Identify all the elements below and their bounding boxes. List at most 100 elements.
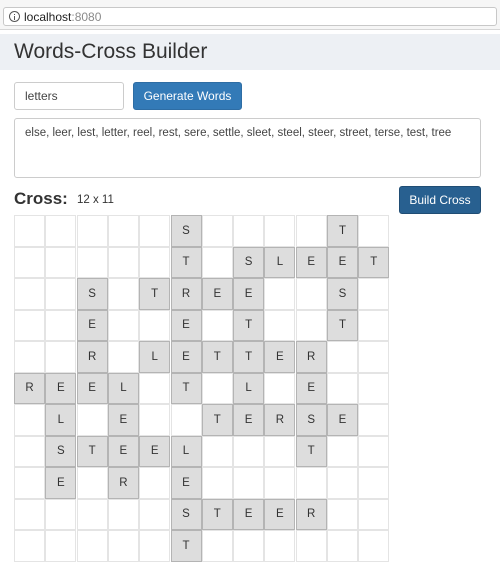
- grid-empty-cell: [45, 215, 77, 247]
- grid-empty-cell: [264, 215, 296, 247]
- grid-empty-cell: [45, 530, 77, 562]
- cross-size: 12 x 11: [77, 194, 114, 206]
- grid-letter-cell: E: [45, 372, 77, 404]
- grid-empty-cell: [358, 215, 390, 247]
- grid-empty-cell: [327, 435, 358, 467]
- grid-empty-cell: [264, 467, 296, 499]
- grid-letter-cell: S: [76, 278, 108, 310]
- generate-words-button[interactable]: Generate Words: [133, 82, 242, 110]
- grid-letter-cell: S: [295, 404, 327, 436]
- grid-empty-cell: [201, 246, 233, 278]
- grid-empty-cell: [358, 467, 390, 499]
- grid-empty-cell: [264, 372, 296, 404]
- address-bar[interactable]: localhost:8080: [3, 7, 497, 26]
- grid-empty-cell: [76, 498, 108, 530]
- grid-empty-cell: [327, 530, 358, 562]
- grid-letter-cell: L: [45, 404, 77, 436]
- grid-letter-cell: R: [76, 341, 108, 373]
- grid-empty-cell: [327, 372, 358, 404]
- grid-letter-cell: T: [201, 341, 233, 373]
- grid-letter-cell: T: [327, 215, 358, 247]
- grid-letter-cell: E: [233, 498, 265, 530]
- grid-empty-cell: [295, 530, 327, 562]
- grid-empty-cell: [139, 372, 171, 404]
- grid-empty-cell: [139, 467, 171, 499]
- grid-empty-cell: [139, 309, 171, 341]
- grid-letter-cell: L: [170, 435, 202, 467]
- grid-letter-cell: R: [170, 278, 202, 310]
- grid-letter-cell: R: [295, 341, 327, 373]
- grid-letter-cell: E: [264, 341, 296, 373]
- grid-empty-cell: [201, 467, 233, 499]
- grid-empty-cell: [107, 309, 139, 341]
- grid-empty-cell: [327, 341, 358, 373]
- grid-empty-cell: [76, 404, 108, 436]
- grid-letter-cell: R: [295, 498, 327, 530]
- letters-input[interactable]: [14, 82, 124, 110]
- grid-letter-cell: T: [76, 435, 108, 467]
- grid-empty-cell: [358, 278, 390, 310]
- grid-letter-cell: E: [45, 467, 77, 499]
- grid-empty-cell: [14, 498, 45, 530]
- grid-empty-cell: [76, 246, 108, 278]
- grid-letter-cell: S: [170, 498, 202, 530]
- grid-letter-cell: E: [107, 435, 139, 467]
- grid-empty-cell: [295, 215, 327, 247]
- grid-letter-cell: E: [295, 372, 327, 404]
- grid-letter-cell: T: [139, 278, 171, 310]
- grid-empty-cell: [45, 498, 77, 530]
- grid-empty-cell: [201, 530, 233, 562]
- grid-empty-cell: [233, 530, 265, 562]
- grid-empty-cell: [358, 498, 390, 530]
- grid-empty-cell: [107, 498, 139, 530]
- grid-empty-cell: [14, 341, 45, 373]
- grid-empty-cell: [139, 498, 171, 530]
- grid-letter-cell: T: [170, 246, 202, 278]
- grid-empty-cell: [201, 309, 233, 341]
- grid-letter-cell: L: [107, 372, 139, 404]
- grid-empty-cell: [14, 246, 45, 278]
- grid-empty-cell: [107, 341, 139, 373]
- url-host: localhost: [24, 9, 72, 24]
- grid-letter-cell: E: [327, 246, 358, 278]
- grid-letter-cell: E: [139, 435, 171, 467]
- grid-letter-cell: E: [76, 372, 108, 404]
- grid-letter-cell: R: [14, 372, 45, 404]
- url-port: :8080: [71, 9, 102, 24]
- grid-empty-cell: [358, 530, 390, 562]
- grid-letter-cell: T: [170, 372, 202, 404]
- grid-empty-cell: [358, 372, 390, 404]
- grid-empty-cell: [107, 246, 139, 278]
- grid-empty-cell: [358, 435, 390, 467]
- grid-empty-cell: [233, 467, 265, 499]
- grid-empty-cell: [327, 467, 358, 499]
- grid-letter-cell: E: [201, 278, 233, 310]
- grid-letter-cell: T: [358, 246, 390, 278]
- grid-letter-cell: R: [264, 404, 296, 436]
- grid-empty-cell: [107, 530, 139, 562]
- grid-empty-cell: [14, 278, 45, 310]
- grid-letter-cell: T: [170, 530, 202, 562]
- grid-letter-cell: E: [170, 467, 202, 499]
- grid-empty-cell: [14, 404, 45, 436]
- cross-label: Cross:: [14, 189, 68, 208]
- grid-empty-cell: [14, 530, 45, 562]
- grid-empty-cell: [327, 498, 358, 530]
- grid-empty-cell: [139, 246, 171, 278]
- build-cross-button[interactable]: Build Cross: [399, 186, 481, 214]
- grid-empty-cell: [45, 309, 77, 341]
- grid-empty-cell: [264, 435, 296, 467]
- grid-empty-cell: [76, 467, 108, 499]
- grid-empty-cell: [45, 278, 77, 310]
- grid-empty-cell: [45, 341, 77, 373]
- grid-letter-cell: T: [201, 404, 233, 436]
- grid-empty-cell: [14, 435, 45, 467]
- grid-letter-cell: E: [295, 246, 327, 278]
- grid-letter-cell: R: [107, 467, 139, 499]
- grid-empty-cell: [76, 215, 108, 247]
- words-output[interactable]: else, leer, lest, letter, reel, rest, se…: [14, 118, 481, 178]
- info-icon[interactable]: [9, 11, 20, 22]
- grid-letter-cell: T: [233, 309, 265, 341]
- grid-empty-cell: [264, 309, 296, 341]
- grid-letter-cell: E: [233, 404, 265, 436]
